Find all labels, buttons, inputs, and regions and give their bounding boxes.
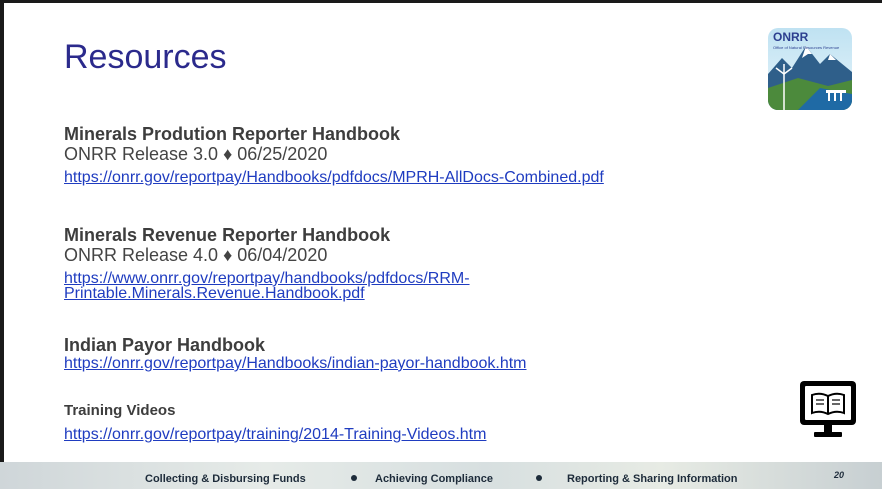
slide-title: Resources — [64, 38, 227, 76]
resource-title: Indian Payor Handbook — [64, 335, 266, 355]
resource-link[interactable]: https://onrr.gov/reportpay/Handbooks/pdf… — [64, 169, 604, 187]
slide-left-border — [0, 0, 4, 462]
resource-link[interactable]: https://onrr.gov/reportpay/Handbooks/ind… — [64, 355, 527, 373]
resource-title: Training Videos — [64, 402, 176, 419]
resource-link[interactable]: https://onrr.gov/reportpay/training/2014… — [64, 426, 486, 444]
footer-item-compliance: Achieving Compliance — [375, 473, 493, 485]
slide-top-border — [0, 0, 882, 3]
slide: Resources ONRR Office of Natural Resourc… — [0, 0, 882, 489]
page-number: 20 — [834, 470, 845, 480]
footer-bullet — [536, 475, 542, 481]
onrr-logo: ONRR Office of Natural Resources Revenue — [768, 28, 852, 110]
resource-indian-payor: Indian Payor Handbook https://onrr.gov/r… — [64, 335, 527, 373]
resource-link-line2[interactable]: Printable.Minerals.Revenue.Handbook.pdf — [64, 286, 584, 302]
resource-title: Minerals Revenue Reporter Handbook — [64, 225, 391, 245]
monitor-book-icon — [800, 381, 856, 439]
resource-meta: ONRR Release 3.0 ♦ 06/25/2020 — [64, 144, 328, 164]
logo-text: ONRR — [773, 30, 809, 44]
resource-meta: ONRR Release 4.0 ♦ 06/04/2020 — [64, 245, 328, 265]
resource-link-line1[interactable]: https://www.onrr.gov/reportpay/handbooks… — [64, 271, 584, 287]
logo-subtext: Office of Natural Resources Revenue — [773, 45, 840, 50]
footer-bullet — [351, 475, 357, 481]
footer-item-collecting: Collecting & Disbursing Funds — [145, 473, 306, 485]
resource-training-videos: Training Videos https://onrr.gov/reportp… — [64, 402, 486, 444]
resource-link[interactable]: https://www.onrr.gov/reportpay/handbooks… — [64, 271, 584, 302]
resource-mrrh: Minerals Revenue Reporter Handbook ONRR … — [64, 225, 584, 302]
resource-mprh: Minerals Prodution Reporter Handbook ONR… — [64, 124, 604, 187]
resource-title: Minerals Prodution Reporter Handbook — [64, 124, 401, 144]
footer-item-reporting: Reporting & Sharing Information — [567, 473, 738, 485]
